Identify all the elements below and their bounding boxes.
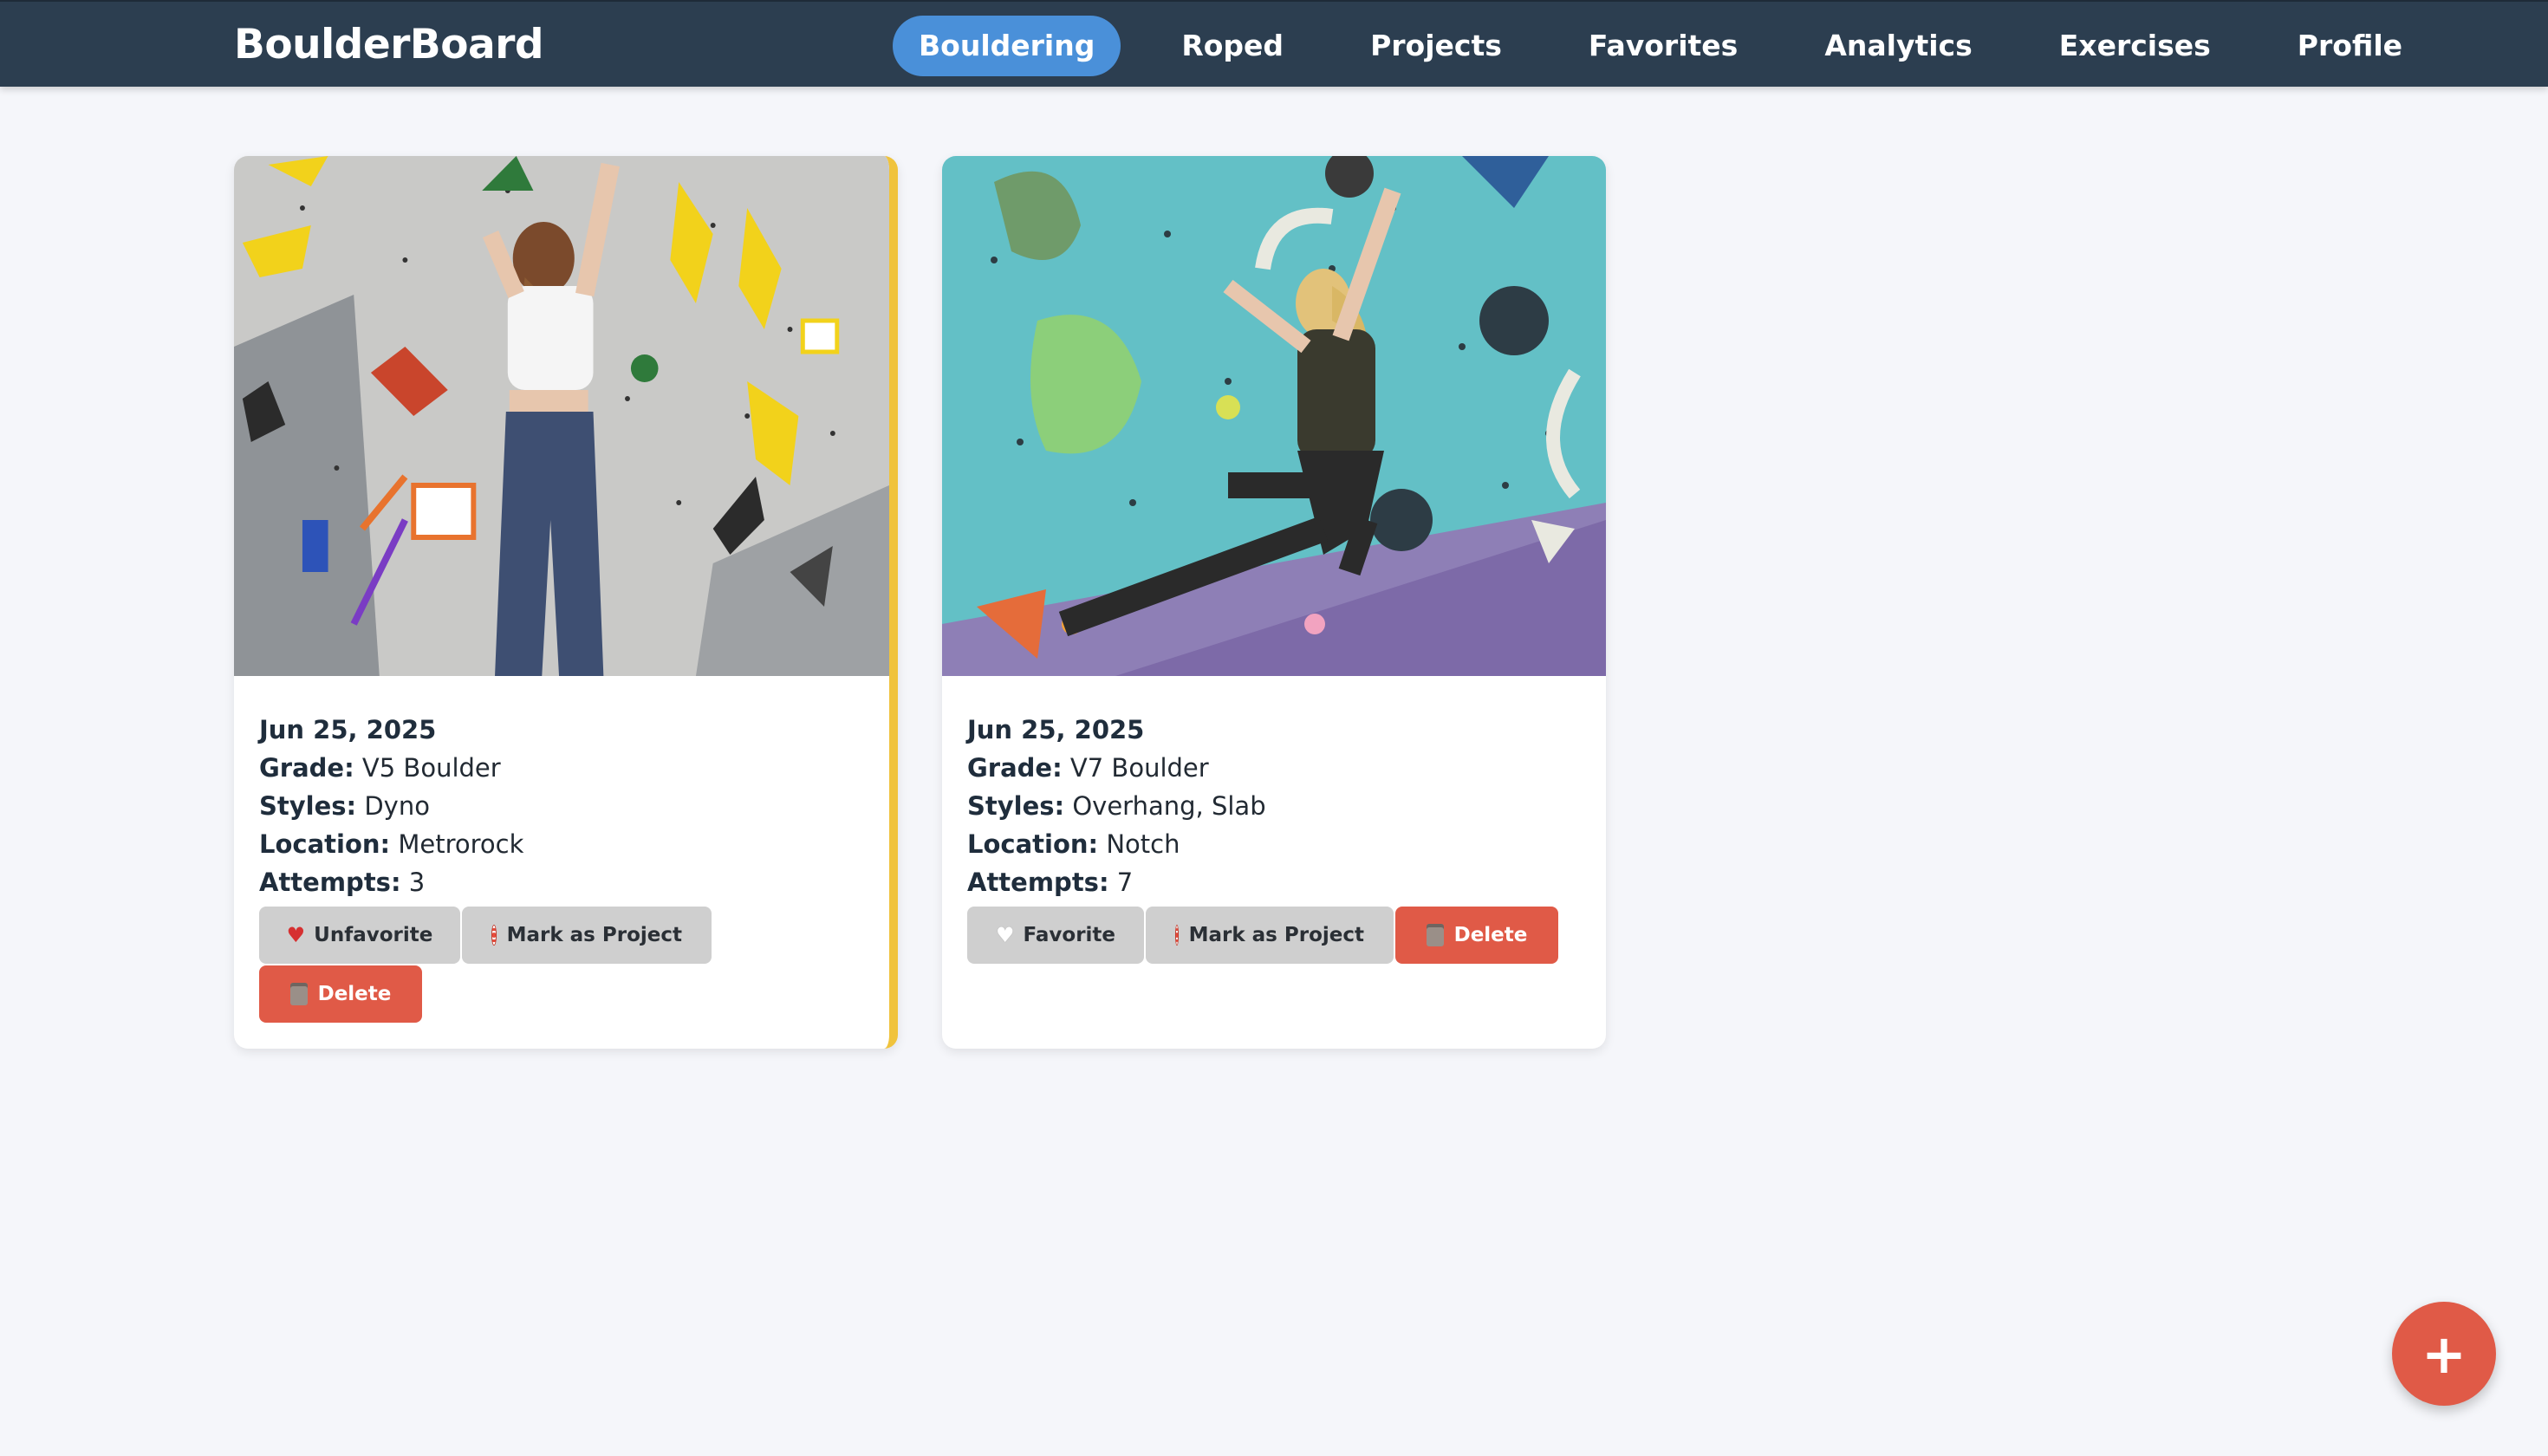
styles-value: Overhang, Slab bbox=[1072, 791, 1266, 821]
target-icon bbox=[491, 925, 497, 946]
mark-as-project-label: Mark as Project bbox=[1188, 924, 1364, 946]
top-navbar: BoulderBoard Bouldering Roped Projects F… bbox=[0, 0, 2548, 87]
climb-date: Jun 25, 2025 bbox=[967, 715, 1145, 744]
styles-label: Styles: bbox=[967, 791, 1065, 821]
plus-icon: + bbox=[2421, 1322, 2467, 1386]
climb-date: Jun 25, 2025 bbox=[259, 715, 437, 744]
location-label: Location: bbox=[967, 829, 1099, 859]
climb-photo bbox=[942, 156, 1606, 676]
heart-icon: ♥ bbox=[286, 923, 306, 947]
climb-grade-row: Grade: V5 Boulder bbox=[259, 749, 872, 787]
climb-card: Jun 25, 2025 Grade: V7 Boulder Styles: O… bbox=[942, 156, 1606, 1049]
grade-label: Grade: bbox=[259, 753, 354, 783]
climb-attempts-row: Attempts: 3 bbox=[259, 863, 872, 901]
climb-location-row: Location: Metrorock bbox=[259, 825, 872, 863]
trash-icon bbox=[1426, 924, 1444, 946]
grade-value: V7 Boulder bbox=[1069, 753, 1209, 783]
heart-outline-icon: ♥ bbox=[996, 923, 1015, 947]
location-label: Location: bbox=[259, 829, 391, 859]
tab-analytics[interactable]: Analytics bbox=[1798, 16, 1998, 76]
styles-label: Styles: bbox=[259, 791, 357, 821]
tab-projects[interactable]: Projects bbox=[1344, 16, 1528, 76]
unfavorite-button[interactable]: ♥ Unfavorite bbox=[259, 907, 460, 964]
climb-card: Jun 25, 2025 Grade: V5 Boulder Styles: D… bbox=[234, 156, 898, 1049]
add-climb-button[interactable]: + bbox=[2392, 1302, 2496, 1406]
grade-label: Grade: bbox=[967, 753, 1063, 783]
climb-photo bbox=[234, 156, 889, 676]
card-actions: ♥ Favorite Mark as Project Delete bbox=[967, 907, 1589, 965]
attempts-label: Attempts: bbox=[967, 868, 1109, 897]
attempts-value: 7 bbox=[1116, 868, 1134, 897]
delete-label: Delete bbox=[317, 983, 392, 1005]
location-value: Notch bbox=[1106, 829, 1180, 859]
climb-location-row: Location: Notch bbox=[967, 825, 1589, 863]
favorite-button[interactable]: ♥ Favorite bbox=[967, 907, 1144, 964]
favorite-label: Favorite bbox=[1023, 924, 1116, 946]
climb-attempts-row: Attempts: 7 bbox=[967, 863, 1589, 901]
mark-as-project-label: Mark as Project bbox=[506, 924, 682, 946]
location-value: Metrorock bbox=[398, 829, 524, 859]
styles-value: Dyno bbox=[364, 791, 430, 821]
target-icon bbox=[1175, 925, 1179, 946]
tab-profile[interactable]: Profile bbox=[2272, 16, 2428, 76]
grade-value: V5 Boulder bbox=[361, 753, 501, 783]
app-logo-title[interactable]: BoulderBoard bbox=[234, 19, 544, 71]
climb-styles-row: Styles: Overhang, Slab bbox=[967, 787, 1589, 825]
climb-details: Jun 25, 2025 Grade: V7 Boulder Styles: O… bbox=[967, 711, 1589, 901]
card-actions: ♥ Unfavorite Mark as Project Delete bbox=[259, 907, 872, 1024]
delete-button[interactable]: Delete bbox=[1395, 907, 1558, 964]
trash-icon bbox=[289, 983, 308, 1005]
tab-bouldering[interactable]: Bouldering bbox=[893, 16, 1121, 76]
delete-label: Delete bbox=[1453, 924, 1528, 946]
attempts-value: 3 bbox=[408, 868, 426, 897]
mark-as-project-button[interactable]: Mark as Project bbox=[462, 907, 712, 964]
climb-styles-row: Styles: Dyno bbox=[259, 787, 872, 825]
climb-grade-row: Grade: V7 Boulder bbox=[967, 749, 1589, 787]
tab-roped[interactable]: Roped bbox=[1155, 16, 1310, 76]
tab-exercises[interactable]: Exercises bbox=[2033, 16, 2237, 76]
unfavorite-label: Unfavorite bbox=[314, 924, 433, 946]
mark-as-project-button[interactable]: Mark as Project bbox=[1146, 907, 1394, 964]
attempts-label: Attempts: bbox=[259, 868, 401, 897]
nav-tabs: Bouldering Roped Projects Favorites Anal… bbox=[893, 16, 2463, 76]
climb-details: Jun 25, 2025 Grade: V5 Boulder Styles: D… bbox=[259, 711, 872, 901]
tab-favorites[interactable]: Favorites bbox=[1563, 16, 1764, 76]
delete-button[interactable]: Delete bbox=[259, 965, 422, 1023]
